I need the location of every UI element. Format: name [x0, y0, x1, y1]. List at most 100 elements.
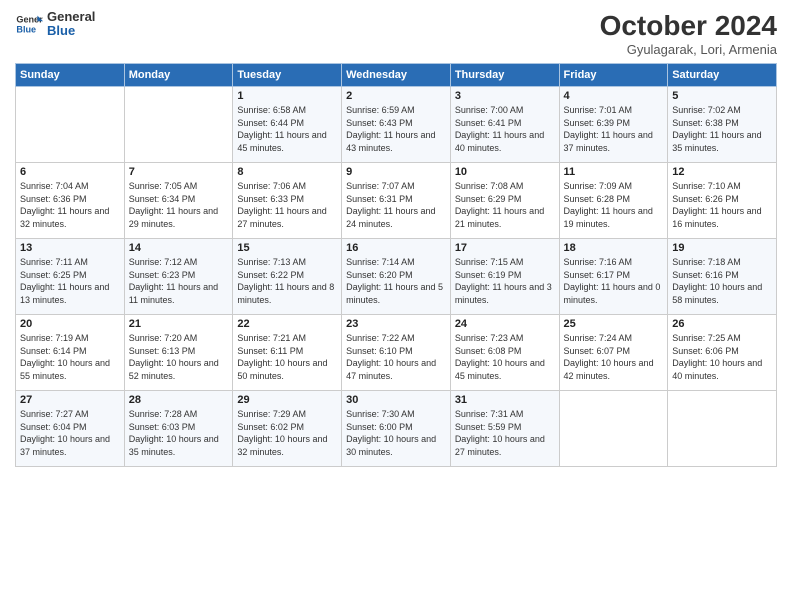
day-number: 16: [346, 242, 446, 254]
header-cell-thursday: Thursday: [450, 64, 559, 87]
day-number: 11: [564, 166, 664, 178]
week-row-4: 20 Sunrise: 7:19 AMSunset: 6:14 PMDayligh…: [16, 315, 777, 391]
header: General Blue General Blue October 2024 G…: [15, 10, 777, 57]
header-cell-monday: Monday: [124, 64, 233, 87]
day-number: 1: [237, 90, 337, 102]
day-cell: 27 Sunrise: 7:27 AMSunset: 6:04 PMDayligh…: [16, 391, 125, 467]
day-cell: 16 Sunrise: 7:14 AMSunset: 6:20 PMDayligh…: [342, 239, 451, 315]
day-number: 10: [455, 166, 555, 178]
day-info: Sunrise: 7:11 AMSunset: 6:25 PMDaylight:…: [20, 256, 120, 306]
week-row-1: 1Sunrise: 6:58 AMSunset: 6:44 PMDaylight…: [16, 87, 777, 163]
day-number: 2: [346, 90, 446, 102]
day-info: Sunrise: 7:05 AMSunset: 6:34 PMDaylight:…: [129, 180, 229, 230]
day-info: Sunrise: 6:59 AMSunset: 6:43 PMDaylight:…: [346, 104, 446, 154]
day-number: 20: [20, 318, 120, 330]
day-info: Sunrise: 7:16 AMSunset: 6:17 PMDaylight:…: [564, 256, 664, 306]
week-row-2: 6 Sunrise: 7:04 AMSunset: 6:36 PMDaylight…: [16, 163, 777, 239]
day-number: 15: [237, 242, 337, 254]
day-cell: 12 Sunrise: 7:10 AMSunset: 6:26 PMDayligh…: [668, 163, 777, 239]
day-cell: 11 Sunrise: 7:09 AMSunset: 6:28 PMDayligh…: [559, 163, 668, 239]
day-info: Sunrise: 7:09 AMSunset: 6:28 PMDaylight:…: [564, 180, 664, 230]
logo-icon: General Blue: [15, 10, 43, 38]
day-cell: 15 Sunrise: 7:13 AMSunset: 6:22 PMDayligh…: [233, 239, 342, 315]
day-info: Sunrise: 7:15 AMSunset: 6:19 PMDaylight:…: [455, 256, 555, 306]
day-info: Sunrise: 7:14 AMSunset: 6:20 PMDaylight:…: [346, 256, 446, 306]
day-number: 26: [672, 318, 772, 330]
calendar-table: SundayMondayTuesdayWednesdayThursdayFrid…: [15, 63, 777, 467]
day-number: 7: [129, 166, 229, 178]
day-info: Sunrise: 7:10 AMSunset: 6:26 PMDaylight:…: [672, 180, 772, 230]
day-info: Sunrise: 7:18 AMSunset: 6:16 PMDaylight:…: [672, 256, 772, 306]
day-cell: 13Sunrise: 7:11 AMSunset: 6:25 PMDayligh…: [16, 239, 125, 315]
day-number: 12: [672, 166, 772, 178]
day-cell: [668, 391, 777, 467]
day-cell: 31 Sunrise: 7:31 AMSunset: 5:59 PMDayligh…: [450, 391, 559, 467]
day-info: Sunrise: 7:22 AMSunset: 6:10 PMDaylight:…: [346, 332, 446, 382]
day-cell: 21Sunrise: 7:20 AMSunset: 6:13 PMDayligh…: [124, 315, 233, 391]
day-cell: 23Sunrise: 7:22 AMSunset: 6:10 PMDayligh…: [342, 315, 451, 391]
week-row-3: 13Sunrise: 7:11 AMSunset: 6:25 PMDayligh…: [16, 239, 777, 315]
day-cell: 28 Sunrise: 7:28 AMSunset: 6:03 PMDayligh…: [124, 391, 233, 467]
day-info: Sunrise: 7:08 AMSunset: 6:29 PMDaylight:…: [455, 180, 555, 230]
day-info: Sunrise: 7:27 AMSunset: 6:04 PMDaylight:…: [20, 408, 120, 458]
day-cell: 30 Sunrise: 7:30 AMSunset: 6:00 PMDayligh…: [342, 391, 451, 467]
day-info: Sunrise: 7:29 AMSunset: 6:02 PMDaylight:…: [237, 408, 337, 458]
header-cell-wednesday: Wednesday: [342, 64, 451, 87]
day-number: 6: [20, 166, 120, 178]
day-info: Sunrise: 7:31 AMSunset: 5:59 PMDaylight:…: [455, 408, 555, 458]
day-info: Sunrise: 7:30 AMSunset: 6:00 PMDaylight:…: [346, 408, 446, 458]
day-info: Sunrise: 7:24 AMSunset: 6:07 PMDaylight:…: [564, 332, 664, 382]
day-cell: 19Sunrise: 7:18 AMSunset: 6:16 PMDayligh…: [668, 239, 777, 315]
day-info: Sunrise: 7:04 AMSunset: 6:36 PMDaylight:…: [20, 180, 120, 230]
logo: General Blue General Blue: [15, 10, 95, 39]
day-info: Sunrise: 7:00 AMSunset: 6:41 PMDaylight:…: [455, 104, 555, 154]
day-cell: 3Sunrise: 7:00 AMSunset: 6:41 PMDaylight…: [450, 87, 559, 163]
subtitle: Gyulagarak, Lori, Armenia: [600, 42, 777, 57]
day-info: Sunrise: 7:19 AMSunset: 6:14 PMDaylight:…: [20, 332, 120, 382]
day-info: Sunrise: 7:13 AMSunset: 6:22 PMDaylight:…: [237, 256, 337, 306]
day-cell: 18 Sunrise: 7:16 AMSunset: 6:17 PMDayligh…: [559, 239, 668, 315]
day-cell: 29 Sunrise: 7:29 AMSunset: 6:02 PMDayligh…: [233, 391, 342, 467]
day-number: 25: [564, 318, 664, 330]
day-number: 31: [455, 394, 555, 406]
day-cell: 8 Sunrise: 7:06 AMSunset: 6:33 PMDaylight…: [233, 163, 342, 239]
day-number: 22: [237, 318, 337, 330]
day-number: 27: [20, 394, 120, 406]
day-number: 24: [455, 318, 555, 330]
day-info: Sunrise: 7:21 AMSunset: 6:11 PMDaylight:…: [237, 332, 337, 382]
day-cell: [559, 391, 668, 467]
day-number: 30: [346, 394, 446, 406]
day-cell: 22 Sunrise: 7:21 AMSunset: 6:11 PMDayligh…: [233, 315, 342, 391]
day-number: 28: [129, 394, 229, 406]
day-number: 18: [564, 242, 664, 254]
day-cell: 24 Sunrise: 7:23 AMSunset: 6:08 PMDayligh…: [450, 315, 559, 391]
day-info: Sunrise: 7:06 AMSunset: 6:33 PMDaylight:…: [237, 180, 337, 230]
day-number: 29: [237, 394, 337, 406]
day-info: Sunrise: 7:25 AMSunset: 6:06 PMDaylight:…: [672, 332, 772, 382]
day-info: Sunrise: 7:28 AMSunset: 6:03 PMDaylight:…: [129, 408, 229, 458]
day-cell: 5Sunrise: 7:02 AMSunset: 6:38 PMDaylight…: [668, 87, 777, 163]
day-cell: 10 Sunrise: 7:08 AMSunset: 6:29 PMDayligh…: [450, 163, 559, 239]
day-info: Sunrise: 7:23 AMSunset: 6:08 PMDaylight:…: [455, 332, 555, 382]
page: General Blue General Blue October 2024 G…: [0, 0, 792, 612]
title-block: October 2024 Gyulagarak, Lori, Armenia: [600, 10, 777, 57]
day-cell: 1Sunrise: 6:58 AMSunset: 6:44 PMDaylight…: [233, 87, 342, 163]
day-cell: 9Sunrise: 7:07 AMSunset: 6:31 PMDaylight…: [342, 163, 451, 239]
month-title: October 2024: [600, 10, 777, 42]
day-number: 14: [129, 242, 229, 254]
day-cell: 26 Sunrise: 7:25 AMSunset: 6:06 PMDayligh…: [668, 315, 777, 391]
day-info: Sunrise: 7:02 AMSunset: 6:38 PMDaylight:…: [672, 104, 772, 154]
day-cell: 25 Sunrise: 7:24 AMSunset: 6:07 PMDayligh…: [559, 315, 668, 391]
header-cell-sunday: Sunday: [16, 64, 125, 87]
day-cell: 4Sunrise: 7:01 AMSunset: 6:39 PMDaylight…: [559, 87, 668, 163]
logo-blue: Blue: [47, 24, 95, 38]
day-info: Sunrise: 7:20 AMSunset: 6:13 PMDaylight:…: [129, 332, 229, 382]
day-info: Sunrise: 7:12 AMSunset: 6:23 PMDaylight:…: [129, 256, 229, 306]
logo-general: General: [47, 10, 95, 24]
week-row-5: 27 Sunrise: 7:27 AMSunset: 6:04 PMDayligh…: [16, 391, 777, 467]
svg-text:Blue: Blue: [16, 25, 36, 35]
day-cell: 14 Sunrise: 7:12 AMSunset: 6:23 PMDayligh…: [124, 239, 233, 315]
day-number: 8: [237, 166, 337, 178]
day-cell: [16, 87, 125, 163]
day-cell: [124, 87, 233, 163]
